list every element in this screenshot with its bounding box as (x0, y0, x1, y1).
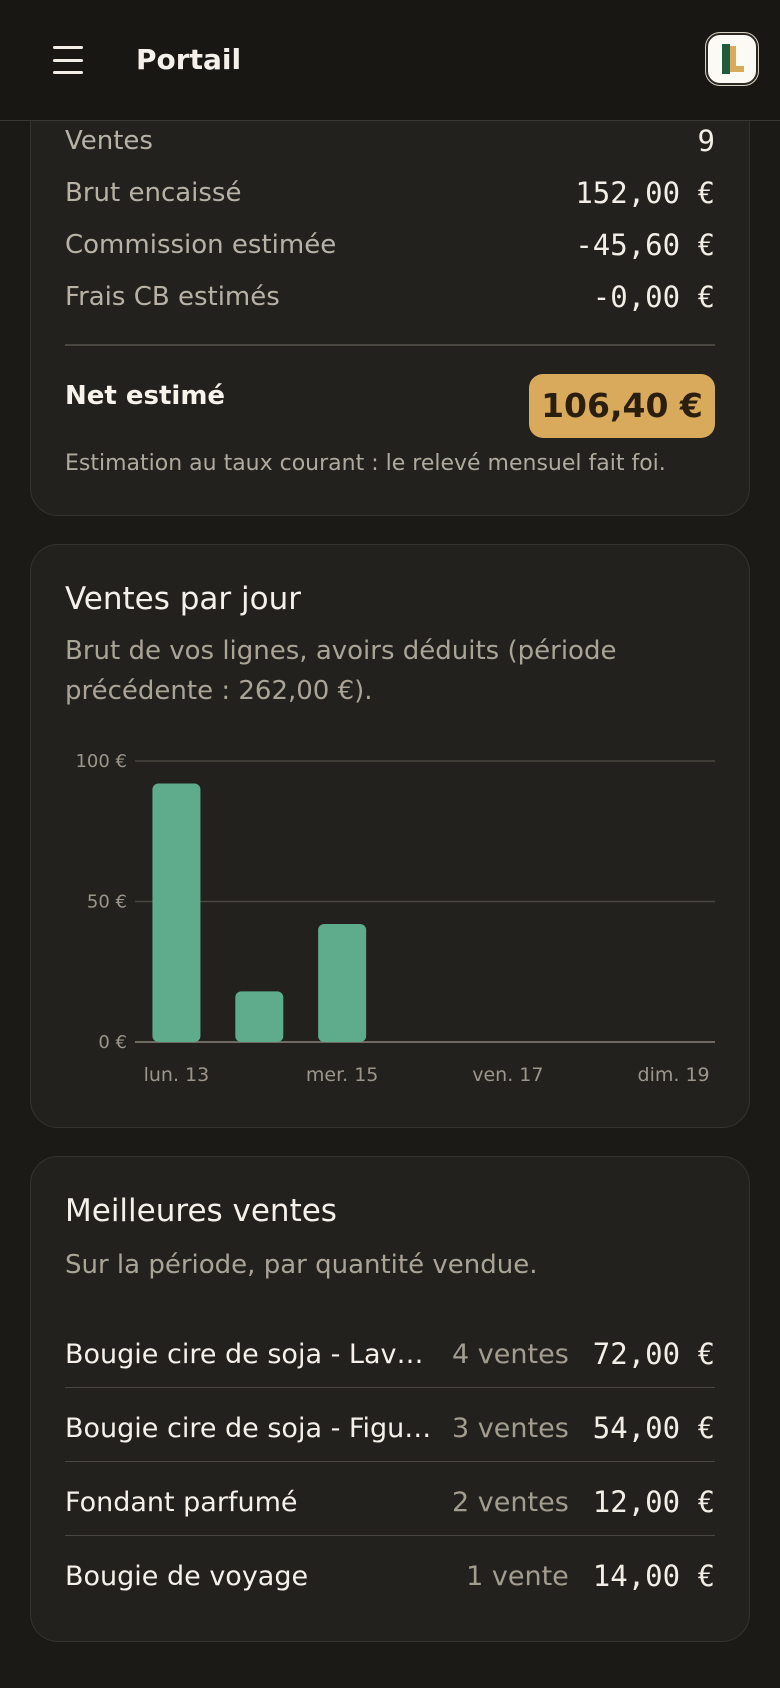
summary-row-commission: Commission estimée -45,60 € (65, 225, 715, 265)
summary-value: -45,60 € (575, 228, 715, 262)
menu-line (53, 46, 83, 49)
brand-logo-icon[interactable] (706, 33, 758, 85)
product-qty: 1 vente (466, 1560, 569, 1592)
summary-label: Frais CB estimés (65, 282, 280, 312)
summary-label: Ventes (65, 126, 153, 156)
daily-sales-chart: 0 € 50 € 100 € lun. 13 mer. 15 ven. 17 dim. 19 (75, 751, 715, 1086)
logo-mark-icon (722, 44, 744, 74)
list-divider (65, 1387, 715, 1388)
chart-bar (235, 991, 284, 1042)
chart-bar (152, 783, 201, 1042)
summary-row-gross: Brut encaissé 152,00 € (65, 173, 715, 213)
page-title: Portail (136, 43, 242, 76)
best-sellers-subtitle: Sur la période, par quantité vendue. (65, 1250, 538, 1280)
hamburger-menu-icon[interactable] (40, 38, 96, 82)
summary-row-sales: Ventes 9 (65, 121, 715, 161)
y-tick-label: 0 € (98, 1032, 127, 1053)
best-sellers-card: Meilleures ventes Sur la période, par qu… (30, 1156, 750, 1642)
chart-bar (318, 923, 367, 1042)
summary-card: Ventes 9 Brut encaissé 152,00 € Commissi… (30, 60, 750, 516)
product-amount: 72,00 € (592, 1337, 715, 1371)
product-name: Bougie cire de soja - Figue noire (65, 1412, 437, 1444)
top-bar: Portail (0, 0, 780, 121)
summary-value: 152,00 € (575, 176, 715, 210)
product-amount: 14,00 € (592, 1559, 715, 1593)
list-item[interactable]: Bougie de voyage 1 vente 14,00 € (65, 1539, 715, 1613)
menu-line (53, 58, 83, 62)
y-tick-label: 100 € (75, 751, 127, 772)
x-tick-label: mer. 15 (306, 1064, 379, 1086)
x-tick-label: ven. 17 (472, 1064, 543, 1086)
list-item[interactable]: Bougie cire de soja - Lavande 4 ventes 7… (65, 1317, 715, 1391)
product-qty: 4 ventes (452, 1338, 569, 1370)
menu-line (53, 71, 83, 74)
list-divider (65, 1535, 715, 1536)
summary-divider (65, 344, 715, 346)
y-tick-label: 50 € (87, 892, 127, 913)
list-divider (65, 1461, 715, 1462)
summary-label: Commission estimée (65, 230, 337, 260)
product-name: Bougie cire de soja - Lavande (65, 1338, 437, 1370)
product-qty: 2 ventes (452, 1486, 569, 1518)
summary-value: -0,00 € (592, 280, 715, 314)
list-item[interactable]: Fondant parfumé 2 ventes 12,00 € (65, 1465, 715, 1539)
summary-value: 9 (697, 124, 715, 158)
product-name: Fondant parfumé (65, 1486, 298, 1518)
product-amount: 12,00 € (592, 1485, 715, 1519)
product-name: Bougie de voyage (65, 1560, 309, 1592)
net-label: Net estimé (65, 381, 226, 411)
summary-label: Brut encaissé (65, 178, 242, 208)
summary-row-card-fees: Frais CB estimés -0,00 € (65, 277, 715, 317)
estimate-note: Estimation au taux courant : le relevé m… (65, 451, 666, 476)
list-item[interactable]: Bougie cire de soja - Figue noire 3 vent… (65, 1391, 715, 1465)
best-sellers-title: Meilleures ventes (65, 1193, 337, 1229)
daily-sales-card: Ventes par jour Brut de vos lignes, avoi… (30, 544, 750, 1128)
product-amount: 54,00 € (592, 1411, 715, 1445)
x-tick-label: dim. 19 (638, 1064, 710, 1086)
net-value-badge: 106,40 € (529, 374, 715, 438)
product-qty: 3 ventes (452, 1412, 569, 1444)
x-tick-label: lun. 13 (144, 1064, 210, 1086)
